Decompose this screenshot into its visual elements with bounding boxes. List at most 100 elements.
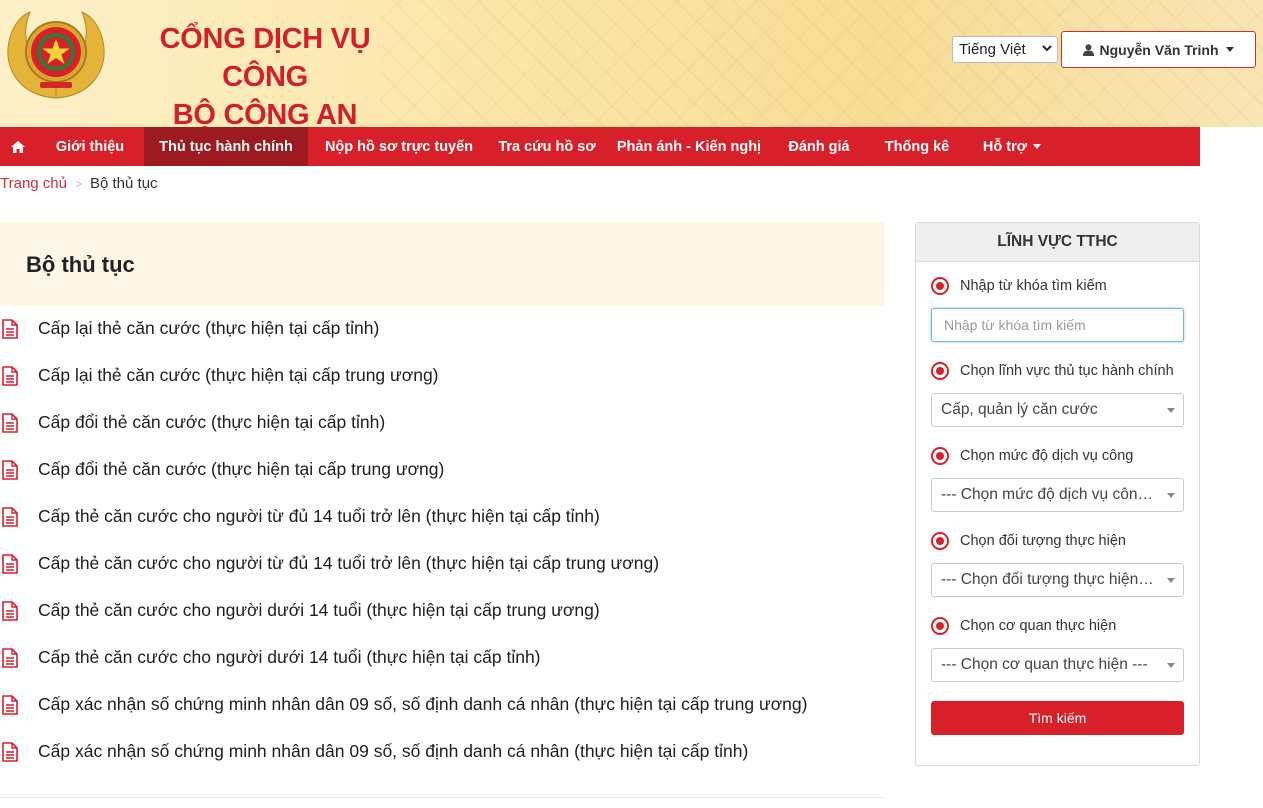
agency-option[interactable]: Chọn cơ quan thực hiện bbox=[931, 617, 1116, 635]
main-nav: Giới thiệu Thủ tục hành chính Nộp hồ sơ … bbox=[0, 127, 1200, 166]
level-select[interactable]: --- Chọn mức độ dịch vụ công --- bbox=[931, 478, 1184, 512]
procedure-item[interactable]: Cấp lại thẻ căn cước (thực hiện tại cấp … bbox=[0, 306, 884, 353]
document-icon bbox=[2, 319, 18, 339]
filter-sidebar: LĨNH VỰC TTHC Nhập từ khóa tìm kiếm Nhập… bbox=[915, 222, 1200, 766]
breadcrumb: Trang chủ > Bộ thủ tục bbox=[0, 175, 158, 192]
nav-label: Giới thiệu bbox=[55, 138, 125, 155]
search-input-placeholder: Nhập từ khóa tìm kiếm bbox=[944, 317, 1086, 333]
procedure-link[interactable]: Cấp thẻ căn cước cho người từ đủ 14 tuổi… bbox=[38, 506, 600, 527]
procedure-item[interactable]: Cấp thẻ căn cước cho người dưới 14 tuổi … bbox=[0, 588, 884, 635]
radio-button[interactable] bbox=[931, 447, 949, 465]
procedure-link[interactable]: Cấp thẻ căn cước cho người dưới 14 tuổi … bbox=[38, 600, 600, 621]
nav-label: Thống kê bbox=[884, 138, 950, 155]
nav-label: Hỗ trợ bbox=[982, 138, 1028, 155]
level-option[interactable]: Chọn mức độ dịch vụ công bbox=[931, 447, 1133, 465]
nav-gioi-thieu[interactable]: Giới thiệu bbox=[36, 127, 144, 166]
sidebar-title: LĨNH VỰC TTHC bbox=[916, 223, 1199, 262]
document-icon bbox=[2, 554, 18, 574]
document-icon bbox=[2, 507, 18, 527]
document-icon bbox=[2, 413, 18, 433]
field-select[interactable]: Cấp, quản lý căn cước bbox=[931, 393, 1184, 427]
search-button[interactable]: Tìm kiếm bbox=[931, 701, 1184, 735]
subject-option[interactable]: Chọn đối tượng thực hiện bbox=[931, 532, 1126, 550]
document-icon bbox=[2, 601, 18, 621]
field-option[interactable]: Chọn lĩnh vực thủ tục hành chính bbox=[931, 362, 1174, 380]
divider bbox=[0, 797, 884, 798]
procedure-link[interactable]: Cấp thẻ căn cước cho người dưới 14 tuổi … bbox=[38, 647, 541, 668]
procedure-link[interactable]: Cấp xác nhận số chứng minh nhân dân 09 s… bbox=[38, 694, 807, 715]
nav-thong-ke[interactable]: Thống kê bbox=[864, 127, 970, 166]
caret-down-icon bbox=[1225, 47, 1234, 52]
user-name: Nguyễn Văn Trinh bbox=[1099, 41, 1219, 58]
chevron-down-icon bbox=[1167, 663, 1175, 668]
procedure-link[interactable]: Cấp xác nhận số chứng minh nhân dân 09 s… bbox=[38, 741, 748, 762]
chevron-down-icon bbox=[1167, 493, 1175, 498]
procedure-item[interactable]: Cấp thẻ căn cước cho người từ đủ 14 tuổi… bbox=[0, 494, 884, 541]
chevron-down-icon bbox=[1167, 408, 1175, 413]
document-icon bbox=[2, 366, 18, 386]
document-icon bbox=[2, 742, 18, 762]
nav-home[interactable] bbox=[0, 127, 36, 166]
breadcrumb-current: Bộ thủ tục bbox=[90, 175, 158, 192]
agency-select[interactable]: --- Chọn cơ quan thực hiện --- bbox=[931, 648, 1184, 682]
document-icon bbox=[2, 460, 18, 480]
procedure-link[interactable]: Cấp đổi thẻ căn cước (thực hiện tại cấp … bbox=[38, 412, 385, 433]
procedure-link[interactable]: Cấp lại thẻ căn cước (thực hiện tại cấp … bbox=[38, 318, 379, 339]
procedure-link[interactable]: Cấp lại thẻ căn cước (thực hiện tại cấp … bbox=[38, 365, 439, 386]
nav-label: Phản ánh - Kiến nghị bbox=[616, 138, 762, 155]
user-icon bbox=[1083, 43, 1095, 56]
radio-button[interactable] bbox=[931, 532, 949, 550]
level-label: Chọn mức độ dịch vụ công bbox=[960, 448, 1134, 464]
nav-label: Nộp hồ sơ trực tuyến bbox=[324, 138, 474, 155]
level-select-value: --- Chọn mức độ dịch vụ công --- bbox=[941, 486, 1157, 503]
agency-select-value: --- Chọn cơ quan thực hiện --- bbox=[941, 656, 1148, 673]
agency-label: Chọn cơ quan thực hiện bbox=[960, 618, 1117, 634]
procedure-item[interactable]: Cấp thẻ căn cước cho người dưới 14 tuổi … bbox=[0, 635, 884, 682]
procedure-link[interactable]: Cấp đổi thẻ căn cước (thực hiện tại cấp … bbox=[38, 459, 444, 480]
procedure-link[interactable]: Cấp thẻ căn cước cho người từ đủ 14 tuổi… bbox=[38, 553, 659, 574]
nav-thu-tuc-hanh-chinh[interactable]: Thủ tục hành chính bbox=[144, 127, 308, 166]
nav-label: Tra cứu hồ sơ bbox=[498, 138, 596, 155]
procedure-item[interactable]: Cấp xác nhận số chứng minh nhân dân 09 s… bbox=[0, 729, 884, 776]
nav-tra-cuu-ho-so[interactable]: Tra cứu hồ sơ bbox=[490, 127, 604, 166]
breadcrumb-home-link[interactable]: Trang chủ bbox=[0, 175, 67, 192]
chevron-down-icon bbox=[1042, 42, 1052, 56]
language-select[interactable]: Tiếng Việt bbox=[952, 36, 1058, 63]
procedure-item[interactable]: Cấp xác nhận số chứng minh nhân dân 09 s… bbox=[0, 682, 884, 729]
nav-ho-tro[interactable]: Hỗ trợ bbox=[970, 127, 1054, 166]
home-icon bbox=[11, 140, 25, 153]
site-title-line1: CỔNG DỊCH VỤ CÔNG bbox=[159, 23, 371, 93]
chevron-down-icon bbox=[1167, 578, 1175, 583]
nav-label: Thủ tục hành chính bbox=[159, 138, 293, 155]
subject-select-value: --- Chọn đối tượng thực hiện --- bbox=[941, 571, 1157, 588]
breadcrumb-separator: > bbox=[74, 176, 82, 191]
page-title: Bộ thủ tục bbox=[26, 252, 135, 277]
radio-button[interactable] bbox=[931, 362, 949, 380]
document-icon bbox=[2, 648, 18, 668]
procedure-list: Cấp lại thẻ căn cước (thực hiện tại cấp … bbox=[0, 306, 884, 776]
nav-danh-gia[interactable]: Đánh giá bbox=[774, 127, 864, 166]
nav-label: Đánh giá bbox=[788, 138, 850, 155]
field-label: Chọn lĩnh vực thủ tục hành chính bbox=[960, 363, 1174, 379]
site-title-line2: BỘ CÔNG AN bbox=[172, 99, 358, 127]
radio-button[interactable] bbox=[931, 617, 949, 635]
document-icon bbox=[2, 695, 18, 715]
keyword-label: Nhập từ khóa tìm kiếm bbox=[960, 278, 1107, 294]
keyword-option[interactable]: Nhập từ khóa tìm kiếm bbox=[931, 277, 1107, 295]
user-menu-button[interactable]: Nguyễn Văn Trinh bbox=[1061, 31, 1256, 68]
procedure-item[interactable]: Cấp thẻ căn cước cho người từ đủ 14 tuổi… bbox=[0, 541, 884, 588]
procedure-item[interactable]: Cấp đổi thẻ căn cước (thực hiện tại cấp … bbox=[0, 400, 884, 447]
field-select-value: Cấp, quản lý căn cước bbox=[941, 401, 1098, 418]
subject-select[interactable]: --- Chọn đối tượng thực hiện --- bbox=[931, 563, 1184, 597]
procedure-item[interactable]: Cấp lại thẻ căn cước (thực hiện tại cấp … bbox=[0, 353, 884, 400]
nav-nop-ho-so[interactable]: Nộp hồ sơ trực tuyến bbox=[308, 127, 490, 166]
site-title[interactable]: CỔNG DỊCH VỤ CÔNG BỘ CÔNG AN bbox=[120, 20, 410, 127]
nav-phan-anh-kien-nghi[interactable]: Phản ánh - Kiến nghị bbox=[604, 127, 774, 166]
procedure-item[interactable]: Cấp đổi thẻ căn cước (thực hiện tại cấp … bbox=[0, 447, 884, 494]
language-select-value: Tiếng Việt bbox=[959, 41, 1026, 58]
radio-button[interactable] bbox=[931, 277, 949, 295]
subject-label: Chọn đối tượng thực hiện bbox=[960, 533, 1126, 549]
search-input[interactable]: Nhập từ khóa tìm kiếm bbox=[931, 308, 1184, 342]
caret-down-icon bbox=[1033, 144, 1042, 149]
police-emblem-logo[interactable] bbox=[2, 8, 110, 102]
